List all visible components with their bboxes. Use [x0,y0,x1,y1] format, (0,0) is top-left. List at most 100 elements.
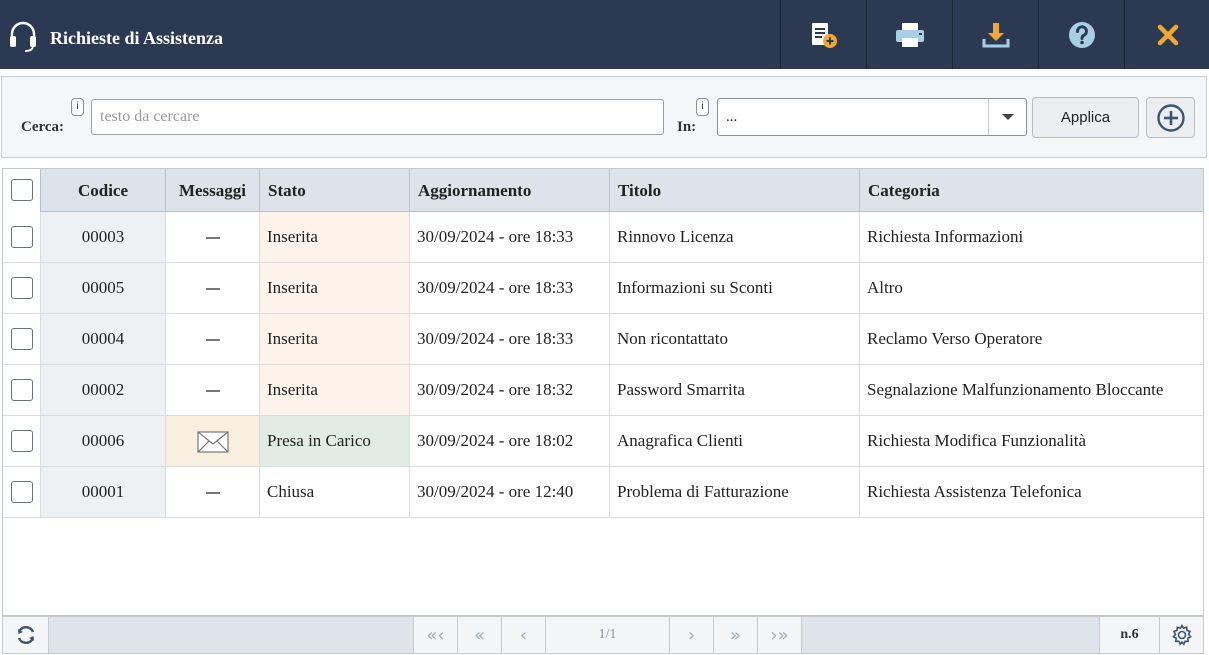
prev-page-button[interactable]: ‹ [502,617,546,653]
cell-titolo-text: Password Smarrita [617,380,745,399]
first-page-button[interactable]: «‹ [414,617,458,653]
cell-codice-text: 00006 [81,431,125,450]
close-button[interactable] [1124,0,1209,69]
cell-aggiornamento: 30/09/2024 - ore 18:33 [410,212,610,262]
pager-spacer-left [49,617,414,653]
cell-titolo: Rinnovo Licenza [610,212,860,262]
row-checkbox[interactable] [11,481,33,503]
column-categoria[interactable]: Categoria [860,169,1203,212]
table-row[interactable]: 00002 Inserita 30/09/2024 - ore 18:32 Passw… [3,365,1203,416]
search-label: Cerca: [21,119,65,135]
no-messages-dash-icon [205,492,220,495]
next-fast-button[interactable]: » [714,617,758,653]
headset-icon [10,21,36,52]
column-aggiornamento[interactable]: Aggiornamento [410,169,610,212]
cell-stato: Inserita [260,212,410,262]
prev-fast-button[interactable]: « [458,617,502,653]
cell-stato-text: Inserita [267,380,318,399]
cell-aggiornamento-text: 30/09/2024 - ore 12:40 [417,482,574,501]
cell-messaggi [166,314,260,364]
next-page-icon: › [687,624,696,646]
row-checkbox[interactable] [11,277,33,299]
cell-titolo: Problema di Fatturazione [610,467,860,517]
refresh-button[interactable] [3,617,49,653]
table-row[interactable]: 00005 Inserita 30/09/2024 - ore 18:33 Infor… [3,263,1203,314]
cell-codice: 00005 [41,263,166,313]
close-icon [1157,24,1178,45]
cell-aggiornamento: 30/09/2024 - ore 18:02 [410,416,610,466]
page-title: Richieste di Assistenza [50,28,223,48]
envelope-icon[interactable] [196,431,229,453]
table-row[interactable]: 00004 Inserita 30/09/2024 - ore 18:33 Non r… [3,314,1203,365]
last-page-button[interactable]: ›» [758,617,802,653]
in-info-badge[interactable]: i [696,98,709,116]
chevron-down-icon[interactable] [988,99,1026,135]
cell-titolo-text: Rinnovo Licenza [617,227,734,246]
cell-checkbox [3,365,41,415]
row-checkbox[interactable] [11,328,33,350]
next-fast-icon: » [729,624,741,646]
cell-stato: Inserita [260,365,410,415]
last-page-icon: ›» [770,624,789,646]
cell-titolo-text: Non ricontattato [617,329,728,348]
cell-aggiornamento-text: 30/09/2024 - ore 18:32 [417,380,574,399]
cell-codice-text: 00004 [81,329,125,348]
cell-aggiornamento-text: 30/09/2024 - ore 18:33 [417,278,574,297]
cell-categoria: Altro [860,263,1203,313]
column-messaggi[interactable]: Messaggi [166,169,260,212]
row-checkbox[interactable] [11,226,33,248]
apply-button[interactable]: Applica [1032,97,1139,138]
filter-bar: Cerca: i In: i ... Applica [1,76,1207,158]
cell-codice: 00006 [41,416,166,466]
cell-categoria: Segnalazione Malfunzionamento Bloccante [860,365,1203,415]
cell-codice: 00003 [41,212,166,262]
no-messages-dash-icon [205,288,220,291]
column-titolo[interactable]: Titolo [610,169,860,212]
cell-categoria-text: Altro [867,278,903,297]
add-filter-button[interactable] [1146,97,1195,138]
table-row[interactable]: 00001 Chiusa 30/09/2024 - ore 12:40 Problem… [3,467,1203,518]
table-header: Codice Messaggi Stato Aggiornamento Tito… [3,169,1203,212]
table-row[interactable]: 00006 Presa in Carico 30/09/2024 - ore 18:… [3,416,1203,467]
cell-messaggi [166,365,260,415]
help-button[interactable] [1038,0,1124,69]
help-icon [1068,21,1095,48]
search-info-badge[interactable]: i [71,98,84,116]
cell-categoria-text: Richiesta Modifica Funzionalità [867,431,1087,450]
cell-titolo-text: Anagrafica Clienti [617,431,744,450]
print-icon [895,22,924,47]
in-label: In: [677,119,697,135]
search-input[interactable] [91,99,664,135]
cell-codice: 00001 [41,467,166,517]
table-row[interactable]: 00003 Inserita 30/09/2024 - ore 18:33 Rinno… [3,212,1203,263]
pager-spacer-right [802,617,1100,653]
column-codice[interactable]: Codice [41,169,166,212]
app-header: Richieste di Assistenza [0,0,1209,69]
row-checkbox[interactable] [11,379,33,401]
cell-aggiornamento: 30/09/2024 - ore 18:32 [410,365,610,415]
cell-aggiornamento-text: 30/09/2024 - ore 18:33 [417,329,574,348]
requests-table: Codice Messaggi Stato Aggiornamento Tito… [2,168,1204,616]
search-field-value: ... [726,109,738,125]
select-all-checkbox[interactable] [11,179,33,201]
cell-titolo-text: Informazioni su Sconti [617,278,773,297]
record-count: n.6 [1100,617,1160,653]
cell-aggiornamento-text: 30/09/2024 - ore 18:02 [417,431,574,450]
cell-stato-text: Inserita [267,227,318,246]
next-page-button[interactable]: › [670,617,714,653]
no-messages-dash-icon [205,339,220,342]
download-button[interactable] [952,0,1038,69]
cell-titolo: Anagrafica Clienti [610,416,860,466]
search-field-select[interactable]: ... [717,98,1027,136]
row-checkbox[interactable] [11,430,33,452]
column-stato[interactable]: Stato [260,169,410,212]
new-request-button[interactable] [780,0,866,69]
print-button[interactable] [866,0,952,69]
settings-button[interactable] [1160,617,1203,653]
cell-stato-text: Inserita [267,329,318,348]
cell-messaggi[interactable] [166,416,260,466]
cell-titolo-text: Problema di Fatturazione [617,482,789,501]
cell-stato-text: Chiusa [267,482,315,501]
cell-checkbox [3,263,41,313]
cell-aggiornamento-text: 30/09/2024 - ore 18:33 [417,227,574,246]
